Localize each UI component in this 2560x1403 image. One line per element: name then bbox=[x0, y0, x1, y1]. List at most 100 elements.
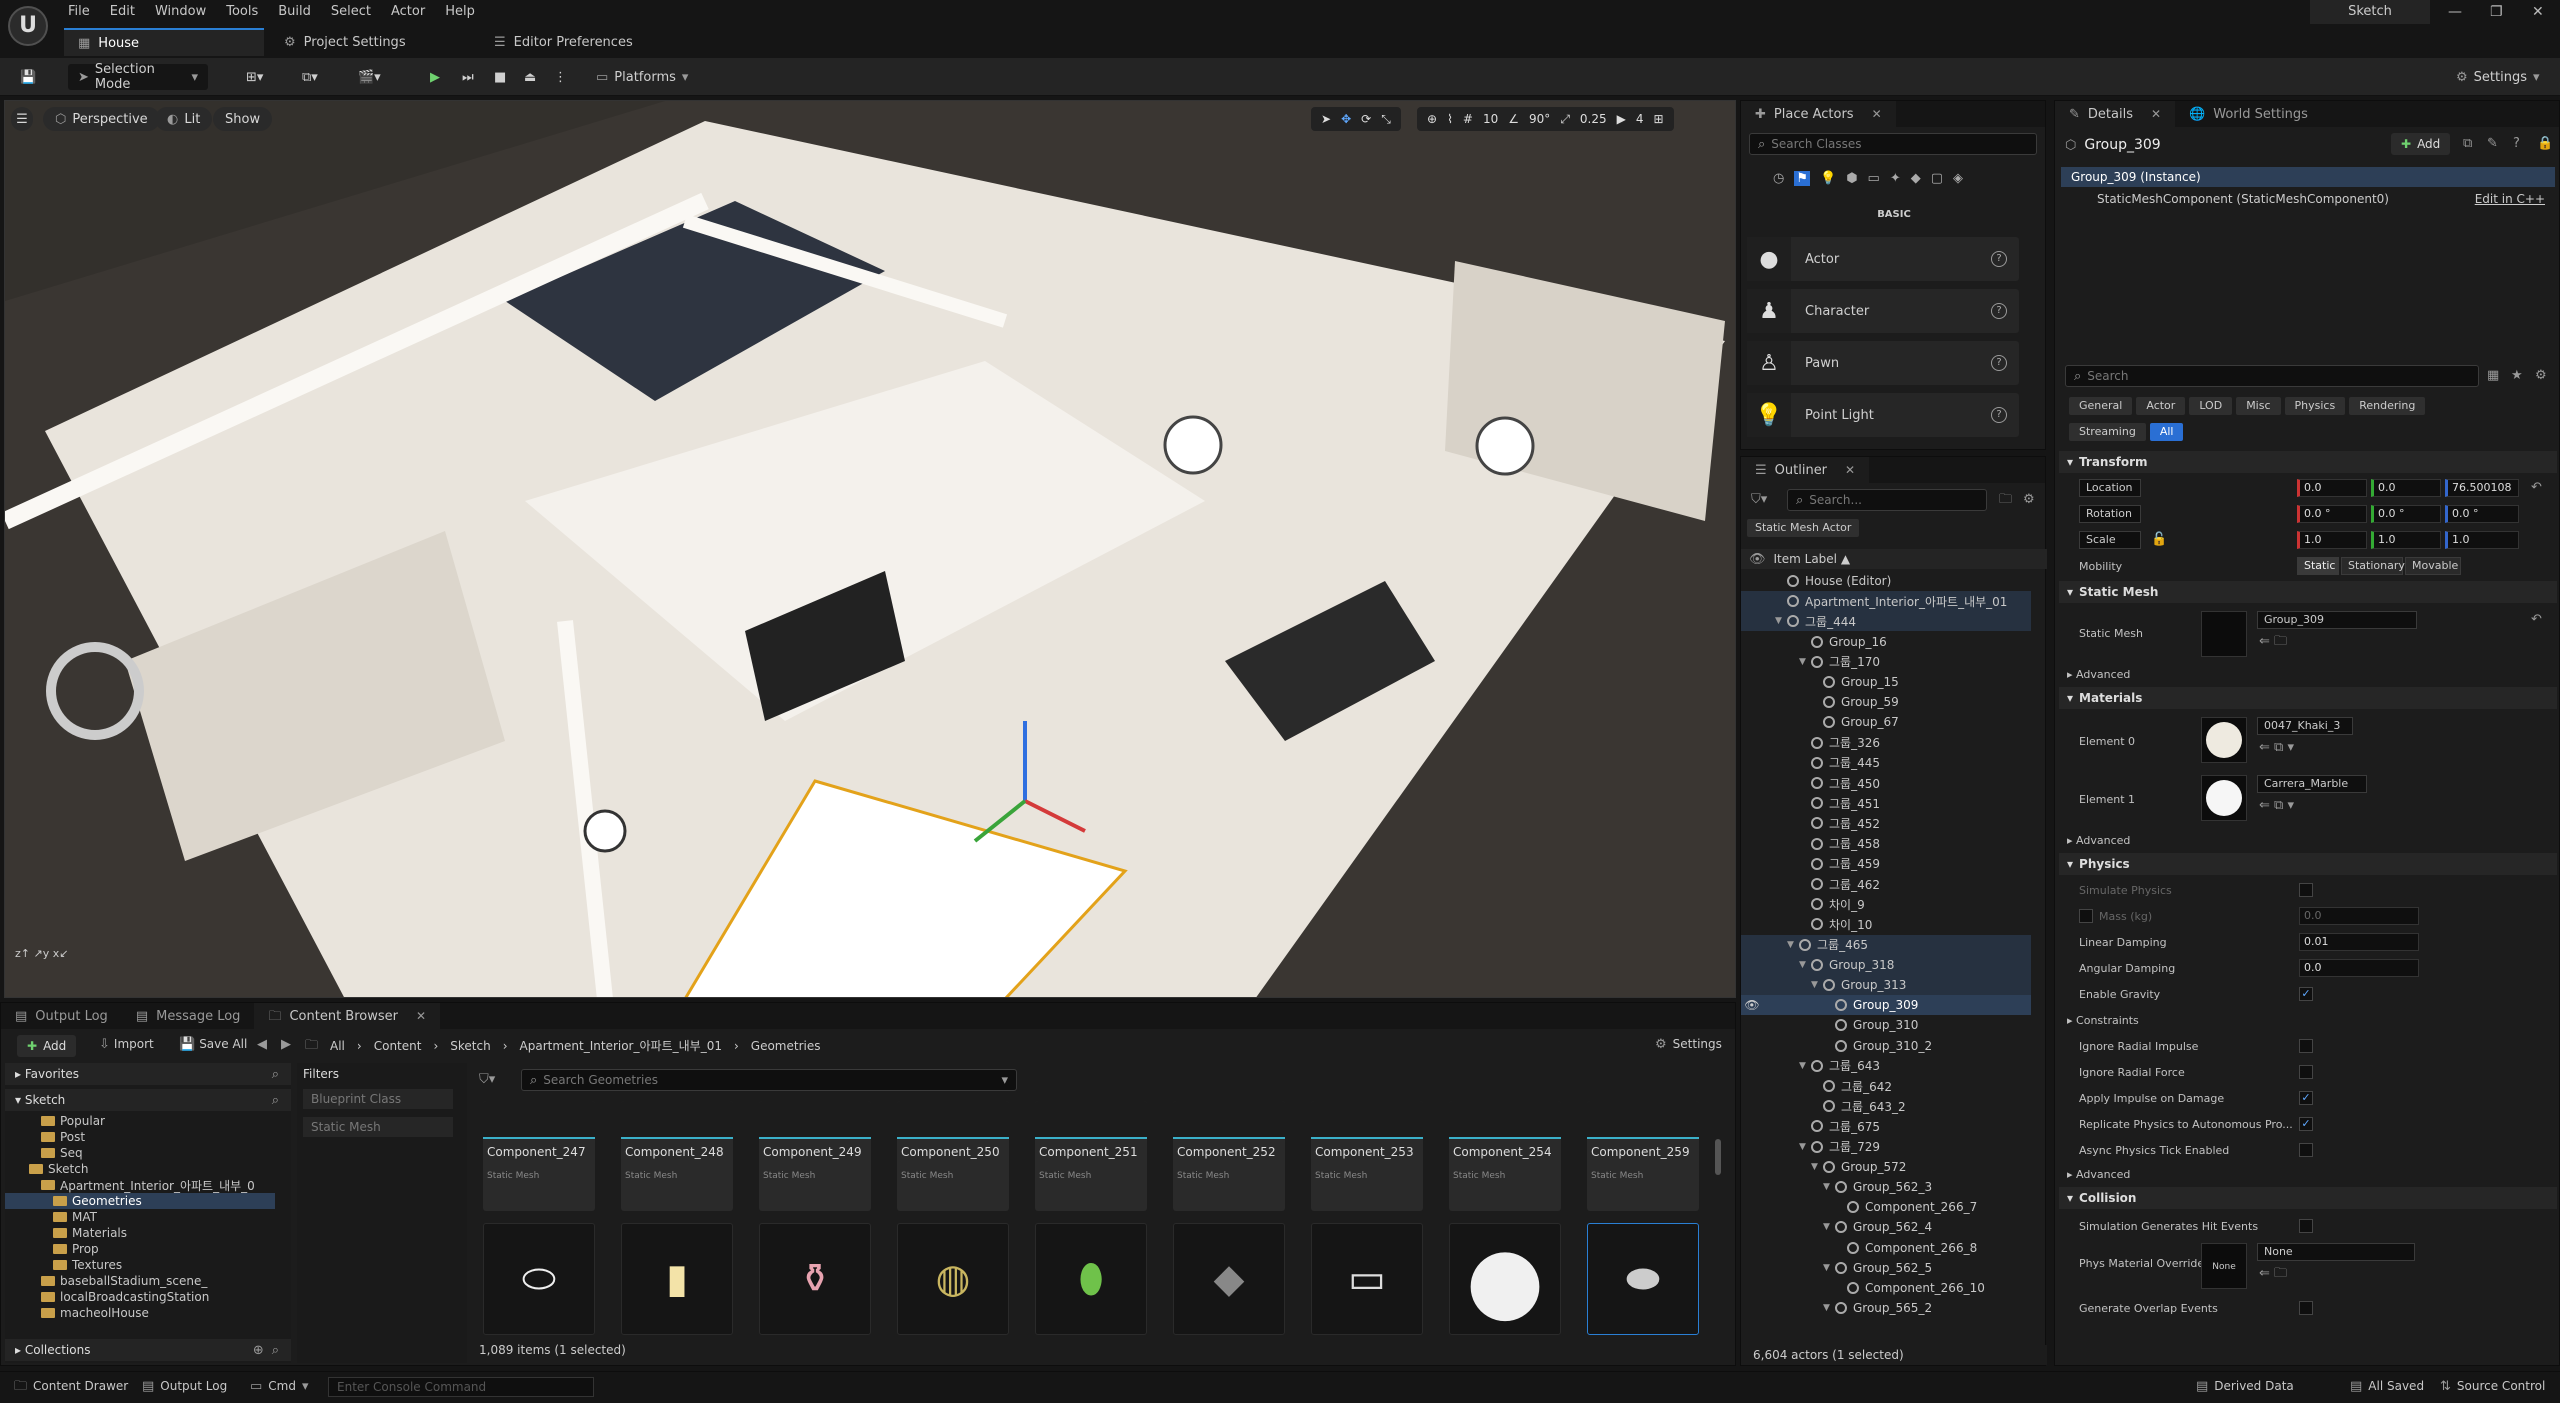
asset-thumbnail-tile[interactable]: ⬭ bbox=[483, 1223, 595, 1335]
breadcrumb-content[interactable]: Content bbox=[374, 1039, 422, 1053]
folder-tree-item[interactable]: Prop bbox=[5, 1241, 275, 1257]
menu-actor[interactable]: Actor bbox=[381, 4, 435, 19]
section-static-mesh[interactable]: ▾ Static Mesh bbox=[2059, 581, 2557, 603]
unreal-logo-icon[interactable]: U bbox=[8, 6, 48, 46]
step-icon[interactable]: ⏭ bbox=[456, 64, 480, 90]
folder-tree-item[interactable]: macheolHouse bbox=[5, 1305, 275, 1321]
expand-arrow-icon[interactable]: ▼ bbox=[1799, 1061, 1811, 1071]
folder-tree-item[interactable]: Textures bbox=[5, 1257, 275, 1273]
scale-snap-icon[interactable]: ⤢ bbox=[1560, 112, 1570, 127]
add-folder-icon[interactable]: 🗀 bbox=[1999, 493, 2012, 506]
outliner-row[interactable]: ▼ Group_562_5 bbox=[1741, 1258, 2031, 1278]
async-checkbox[interactable] bbox=[2299, 1143, 2313, 1157]
ignore-force-checkbox[interactable] bbox=[2299, 1065, 2313, 1079]
search-icon[interactable]: ⌕ bbox=[272, 1068, 279, 1081]
play-icon[interactable]: ▶ bbox=[424, 64, 446, 90]
outliner-row[interactable]: ▼ 그룹_170 bbox=[1741, 652, 2031, 672]
outliner-row[interactable]: Group_59 bbox=[1741, 692, 2031, 712]
outliner-row[interactable]: 그룹_445 bbox=[1741, 753, 2031, 773]
filter-static-mesh[interactable]: Static Mesh bbox=[303, 1117, 453, 1137]
gear-icon[interactable]: ⚙ bbox=[2535, 369, 2547, 382]
section-transform[interactable]: ▾ Transform bbox=[2059, 451, 2557, 473]
recent-icon[interactable]: ◷ bbox=[1773, 171, 1784, 186]
select-icon[interactable]: ➤ bbox=[1321, 112, 1331, 126]
rotate-icon[interactable]: ⟳ bbox=[1361, 112, 1371, 126]
search-classes-input[interactable]: ⌕ Search Classes bbox=[1749, 133, 2037, 155]
tab-project-settings[interactable]: ⚙ Project Settings bbox=[270, 28, 420, 56]
folder-tree-item[interactable]: baseballStadium_scene_ bbox=[5, 1273, 275, 1289]
material0-dropdown[interactable]: 0047_Khaki_3 bbox=[2257, 717, 2353, 735]
outliner-row[interactable]: Component_266_10 bbox=[1741, 1278, 2031, 1298]
blueprint-icon[interactable]: ⧉ bbox=[2463, 137, 2472, 150]
menu-tools[interactable]: Tools bbox=[216, 4, 268, 19]
outliner-row[interactable]: Group_67 bbox=[1741, 712, 2031, 732]
instance-row[interactable]: Group_309 (Instance) bbox=[2061, 167, 2555, 187]
browse-icon[interactable]: ⇐ ⧉ ▾ bbox=[2259, 799, 2294, 812]
browse-icon[interactable]: ⇐ ⧉ ▾ bbox=[2259, 741, 2294, 754]
breadcrumb-all[interactable]: All bbox=[330, 1039, 345, 1053]
outliner-row[interactable]: 그룹_450 bbox=[1741, 773, 2031, 793]
tab-output-log[interactable]: ▤ Output Log bbox=[1, 1003, 122, 1029]
browse-icon[interactable]: ⇐ 🗀 bbox=[2259, 635, 2287, 648]
asset-scrollbar[interactable] bbox=[1715, 1139, 1721, 1175]
section-collision[interactable]: ▾ Collision bbox=[2059, 1187, 2557, 1209]
help-icon[interactable]: ? bbox=[1991, 303, 2007, 319]
menu-help[interactable]: Help bbox=[435, 4, 485, 19]
expand-arrow-icon[interactable]: ▼ bbox=[1823, 1222, 1835, 1232]
outliner-row[interactable]: ▼ Group_318 bbox=[1741, 954, 2031, 975]
overlap-checkbox[interactable] bbox=[2299, 1301, 2313, 1315]
perspective-button[interactable]: ⬡ Perspective bbox=[43, 107, 160, 131]
actor-item-pawn[interactable]: ♙ Pawn ? bbox=[1747, 341, 2019, 385]
help-icon[interactable]: ? bbox=[1991, 251, 2007, 267]
outliner-row[interactable]: Component_266_7 bbox=[1741, 1197, 2031, 1217]
add-collection-icon[interactable]: ⊕ bbox=[253, 1344, 264, 1357]
outliner-row[interactable]: 그룹_451 bbox=[1741, 793, 2031, 813]
rotation-snap-value[interactable]: 90° bbox=[1529, 112, 1550, 126]
surface-snap-icon[interactable]: ⌇ bbox=[1447, 112, 1453, 126]
rotation-dropdown[interactable]: Rotation bbox=[2079, 505, 2141, 523]
asset-tile[interactable]: Component_254 Static Mesh bbox=[1449, 1101, 1561, 1211]
edit-in-cpp-link[interactable]: Edit in C++ bbox=[2475, 192, 2545, 206]
show-button[interactable]: Show bbox=[213, 107, 273, 131]
save-all-button[interactable]: 💾 Save All bbox=[179, 1037, 247, 1051]
asset-thumbnail-tile[interactable]: ◆ bbox=[1173, 1223, 1285, 1335]
phys-material-dropdown[interactable]: None bbox=[2257, 1243, 2415, 1261]
add-button[interactable]: ✚ Add bbox=[17, 1035, 77, 1057]
outliner-row[interactable]: ▼ 그룹_465 bbox=[1741, 934, 2031, 955]
browser-settings-button[interactable]: ⚙ Settings bbox=[1655, 1037, 1722, 1051]
outliner-row[interactable]: Group_15 bbox=[1741, 672, 2031, 692]
filter-streaming[interactable]: Streaming bbox=[2069, 423, 2146, 441]
advanced-materials[interactable]: ▸ Advanced bbox=[2059, 829, 2557, 851]
phys-material-thumbnail[interactable]: None bbox=[2201, 1243, 2247, 1289]
tab-outliner[interactable]: ☰ Outliner ✕ bbox=[1741, 457, 1870, 483]
asset-thumbnail-tile[interactable]: ▭ bbox=[1311, 1223, 1423, 1335]
outliner-row[interactable]: ▼ 그룹_444 bbox=[1741, 611, 2031, 632]
outliner-row[interactable]: 그룹_452 bbox=[1741, 813, 2031, 833]
transform-tools[interactable]: ➤ ✥ ⟳ ⤡ bbox=[1311, 107, 1401, 131]
material1-dropdown[interactable]: Carrera_Marble bbox=[2257, 775, 2367, 793]
save-icon[interactable]: 💾 bbox=[14, 64, 42, 90]
move-icon[interactable]: ✥ bbox=[1341, 112, 1351, 126]
browse-icon[interactable]: ⇐ 🗀 bbox=[2259, 1267, 2287, 1280]
location-dropdown[interactable]: Location bbox=[2079, 479, 2141, 497]
static-mesh-dropdown[interactable]: Group_309 bbox=[2257, 611, 2417, 629]
material1-thumbnail[interactable] bbox=[2201, 775, 2247, 821]
apply-impulse-checkbox[interactable]: ✓ bbox=[2299, 1091, 2313, 1105]
outliner-row[interactable]: 그룹_459 bbox=[1741, 854, 2031, 874]
minimize-icon[interactable]: — bbox=[2448, 4, 2462, 20]
all-classes-icon[interactable]: ◈ bbox=[1953, 171, 1963, 186]
actor-item-point-light[interactable]: 💡 Point Light ? bbox=[1747, 393, 2019, 437]
section-materials[interactable]: ▾ Materials bbox=[2059, 687, 2557, 709]
grid-snap-icon[interactable]: # bbox=[1463, 112, 1473, 126]
camera-speed-icon[interactable]: ▶ bbox=[1617, 112, 1626, 126]
menu-build[interactable]: Build bbox=[268, 4, 321, 19]
cinematic-icon[interactable]: ▭ bbox=[1868, 171, 1880, 186]
location-z-field[interactable]: 76.500108 bbox=[2445, 479, 2519, 497]
breadcrumb-sketch[interactable]: Sketch bbox=[450, 1039, 490, 1053]
angular-damping-field[interactable]: 0.0 bbox=[2299, 959, 2419, 977]
edit-icon[interactable]: ✎ bbox=[2487, 137, 2498, 150]
outliner-row[interactable]: 그룹_462 bbox=[1741, 874, 2031, 894]
folder-tree-item[interactable]: Geometries bbox=[5, 1193, 275, 1209]
scale-snap-value[interactable]: 0.25 bbox=[1580, 112, 1607, 126]
hit-events-checkbox[interactable] bbox=[2299, 1219, 2313, 1233]
